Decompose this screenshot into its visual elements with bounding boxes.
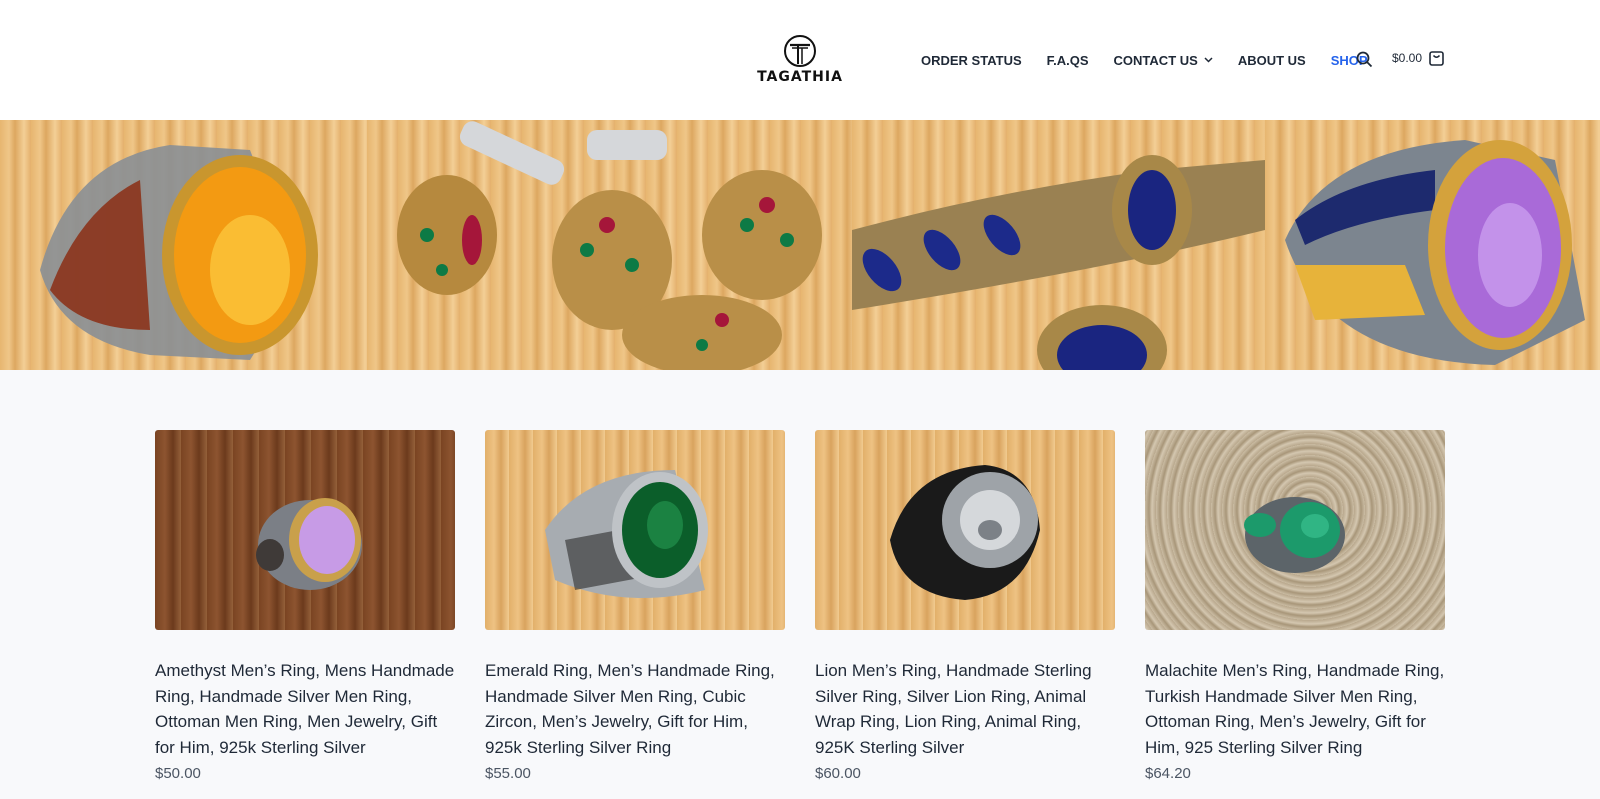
main-nav: ORDER STATUS F.A.QS CONTACT US ABOUT US …: [921, 50, 1393, 70]
nav-about-us[interactable]: ABOUT US: [1238, 53, 1306, 68]
product-card[interactable]: Amethyst Men’s Ring, Mens Handmade Ring,…: [155, 430, 455, 782]
product-title[interactable]: Emerald Ring, Men’s Handmade Ring, Handm…: [485, 658, 785, 760]
sapphire-bracelet-image: [852, 120, 1265, 370]
product-card[interactable]: Emerald Ring, Men’s Handmade Ring, Handm…: [485, 430, 785, 782]
product-title[interactable]: Amethyst Men’s Ring, Mens Handmade Ring,…: [155, 658, 455, 760]
product-price: $60.00: [815, 765, 861, 782]
nav-contact-us-label: CONTACT US: [1113, 52, 1198, 68]
nav-faqs[interactable]: F.A.QS: [1047, 53, 1089, 68]
product-image[interactable]: [485, 430, 785, 630]
hero-banner: [0, 120, 1600, 370]
logo-text: TAGATHIA: [757, 69, 843, 85]
product-card[interactable]: Malachite Men’s Ring, Handmade Ring, Tur…: [1145, 430, 1445, 782]
product-card[interactable]: Lion Men’s Ring, Handmade Sterling Silve…: [815, 430, 1115, 782]
product-image[interactable]: [155, 430, 455, 630]
product-price: $64.20: [1145, 765, 1191, 782]
nav-contact-us[interactable]: CONTACT US: [1114, 53, 1213, 68]
product-grid: Amethyst Men’s Ring, Mens Handmade Ring,…: [155, 430, 1445, 782]
amethyst-ring-image: [1265, 120, 1600, 370]
logo-mark-icon: [784, 35, 816, 67]
product-title[interactable]: Malachite Men’s Ring, Handmade Ring, Tur…: [1145, 658, 1445, 760]
site-header: TAGATHIA ORDER STATUS F.A.QS CONTACT US …: [0, 0, 1600, 120]
product-price: $50.00: [155, 765, 201, 782]
nav-order-status[interactable]: ORDER STATUS: [921, 53, 1022, 68]
amber-ring-image: [0, 120, 367, 370]
chevron-down-icon: [1204, 57, 1213, 63]
search-icon[interactable]: [1356, 51, 1373, 68]
site-logo[interactable]: TAGATHIA: [755, 34, 845, 88]
shopping-bag-icon: [1429, 51, 1444, 66]
earrings-image: [367, 120, 852, 370]
product-image[interactable]: [1145, 430, 1445, 630]
product-image[interactable]: [815, 430, 1115, 630]
product-title[interactable]: Lion Men’s Ring, Handmade Sterling Silve…: [815, 658, 1115, 760]
cart-button[interactable]: $0.00: [1392, 50, 1444, 66]
product-price: $55.00: [485, 765, 531, 782]
cart-total: $0.00: [1392, 51, 1423, 65]
